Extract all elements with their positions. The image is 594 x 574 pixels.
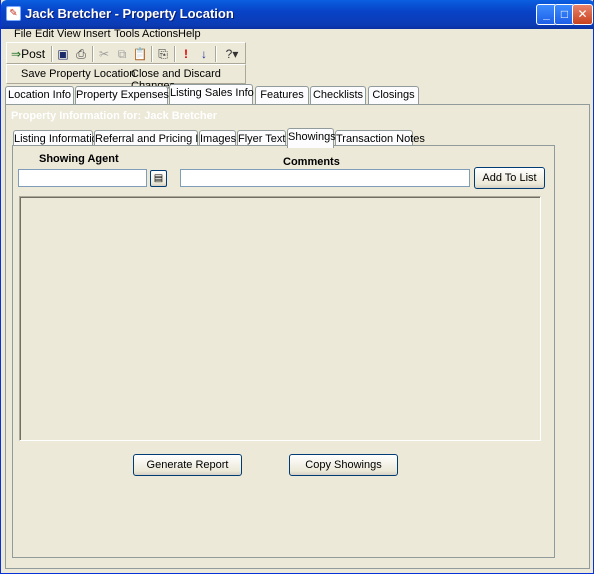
close-button[interactable]: ✕ <box>572 4 593 25</box>
main-window: ✎ Jack Bretcher - Property Location _ □ … <box>0 0 594 574</box>
paste-icon[interactable]: 📋 <box>132 46 148 62</box>
tab-closings[interactable]: Closings <box>368 86 419 104</box>
menu-edit[interactable]: Edit <box>35 28 54 41</box>
add-to-list-button[interactable]: Add To List <box>474 167 545 189</box>
toolbar-separator <box>51 46 53 62</box>
tab-property-expenses[interactable]: Property Expenses <box>75 86 169 104</box>
menu-actions[interactable]: Actions <box>142 28 178 41</box>
showing-agent-field[interactable] <box>18 169 147 187</box>
importance-high-icon[interactable]: ! <box>178 46 194 62</box>
window-title: Jack Bretcher - Property Location <box>25 6 234 21</box>
menu-file[interactable]: File <box>14 28 32 41</box>
toolbar-separator <box>215 46 217 62</box>
cut-icon[interactable]: ✂ <box>96 46 112 62</box>
print-icon[interactable]: ⎙ <box>73 46 89 62</box>
showings-list[interactable] <box>19 196 541 441</box>
tab-showings[interactable]: Showings <box>287 128 336 148</box>
tab-checklists[interactable]: Checklists <box>310 86 366 104</box>
menu-bar: File Edit View Insert Tools Actions Help <box>5 28 591 41</box>
showings-panel-border <box>12 145 555 146</box>
toolbar-separator <box>174 46 176 62</box>
showing-agent-label: Showing Agent <box>39 153 119 165</box>
standard-toolbar: ⇒Post ▣ ⎙ ✂ ⧉ 📋 ⎘ ! ↓ ?▾ <box>6 42 246 64</box>
menu-insert[interactable]: Insert <box>83 28 111 41</box>
copy-icon[interactable]: ⧉ <box>114 46 130 62</box>
preview-icon[interactable]: ⎘ <box>155 46 171 62</box>
save-icon[interactable]: ▣ <box>55 46 71 62</box>
comments-field[interactable] <box>180 169 470 187</box>
toolbar-separator <box>151 46 153 62</box>
save-property-location-button[interactable]: Save Property Location <box>21 68 135 80</box>
comments-label: Comments <box>283 156 340 168</box>
address-book-icon[interactable]: ▤ <box>150 170 167 187</box>
toolbar-separator <box>92 46 94 62</box>
copy-showings-button[interactable]: Copy Showings <box>289 454 398 476</box>
tab-location-info[interactable]: Location Info <box>5 86 74 104</box>
action-toolbar: Save Property Location Close and Discard… <box>6 64 246 92</box>
post-label: Post <box>21 47 46 61</box>
help-icon[interactable]: ?▾ <box>219 46 245 62</box>
post-button[interactable]: ⇒Post <box>11 46 51 62</box>
title-bar[interactable]: ✎ Jack Bretcher - Property Location _ □ … <box>1 0 594 29</box>
menu-view[interactable]: View <box>57 28 81 41</box>
tab-listing-sales-info[interactable]: Listing Sales Info <box>169 84 254 104</box>
tab-features[interactable]: Features <box>255 86 309 104</box>
generate-report-button[interactable]: Generate Report <box>133 454 242 476</box>
menu-help[interactable]: Help <box>178 28 201 41</box>
post-icon: ⇒ <box>11 47 22 61</box>
app-icon: ✎ <box>6 6 21 21</box>
menu-tools[interactable]: Tools <box>114 28 140 41</box>
property-header: Property Information for: Jack Bretcher <box>11 110 217 122</box>
importance-low-icon[interactable]: ↓ <box>196 46 212 62</box>
